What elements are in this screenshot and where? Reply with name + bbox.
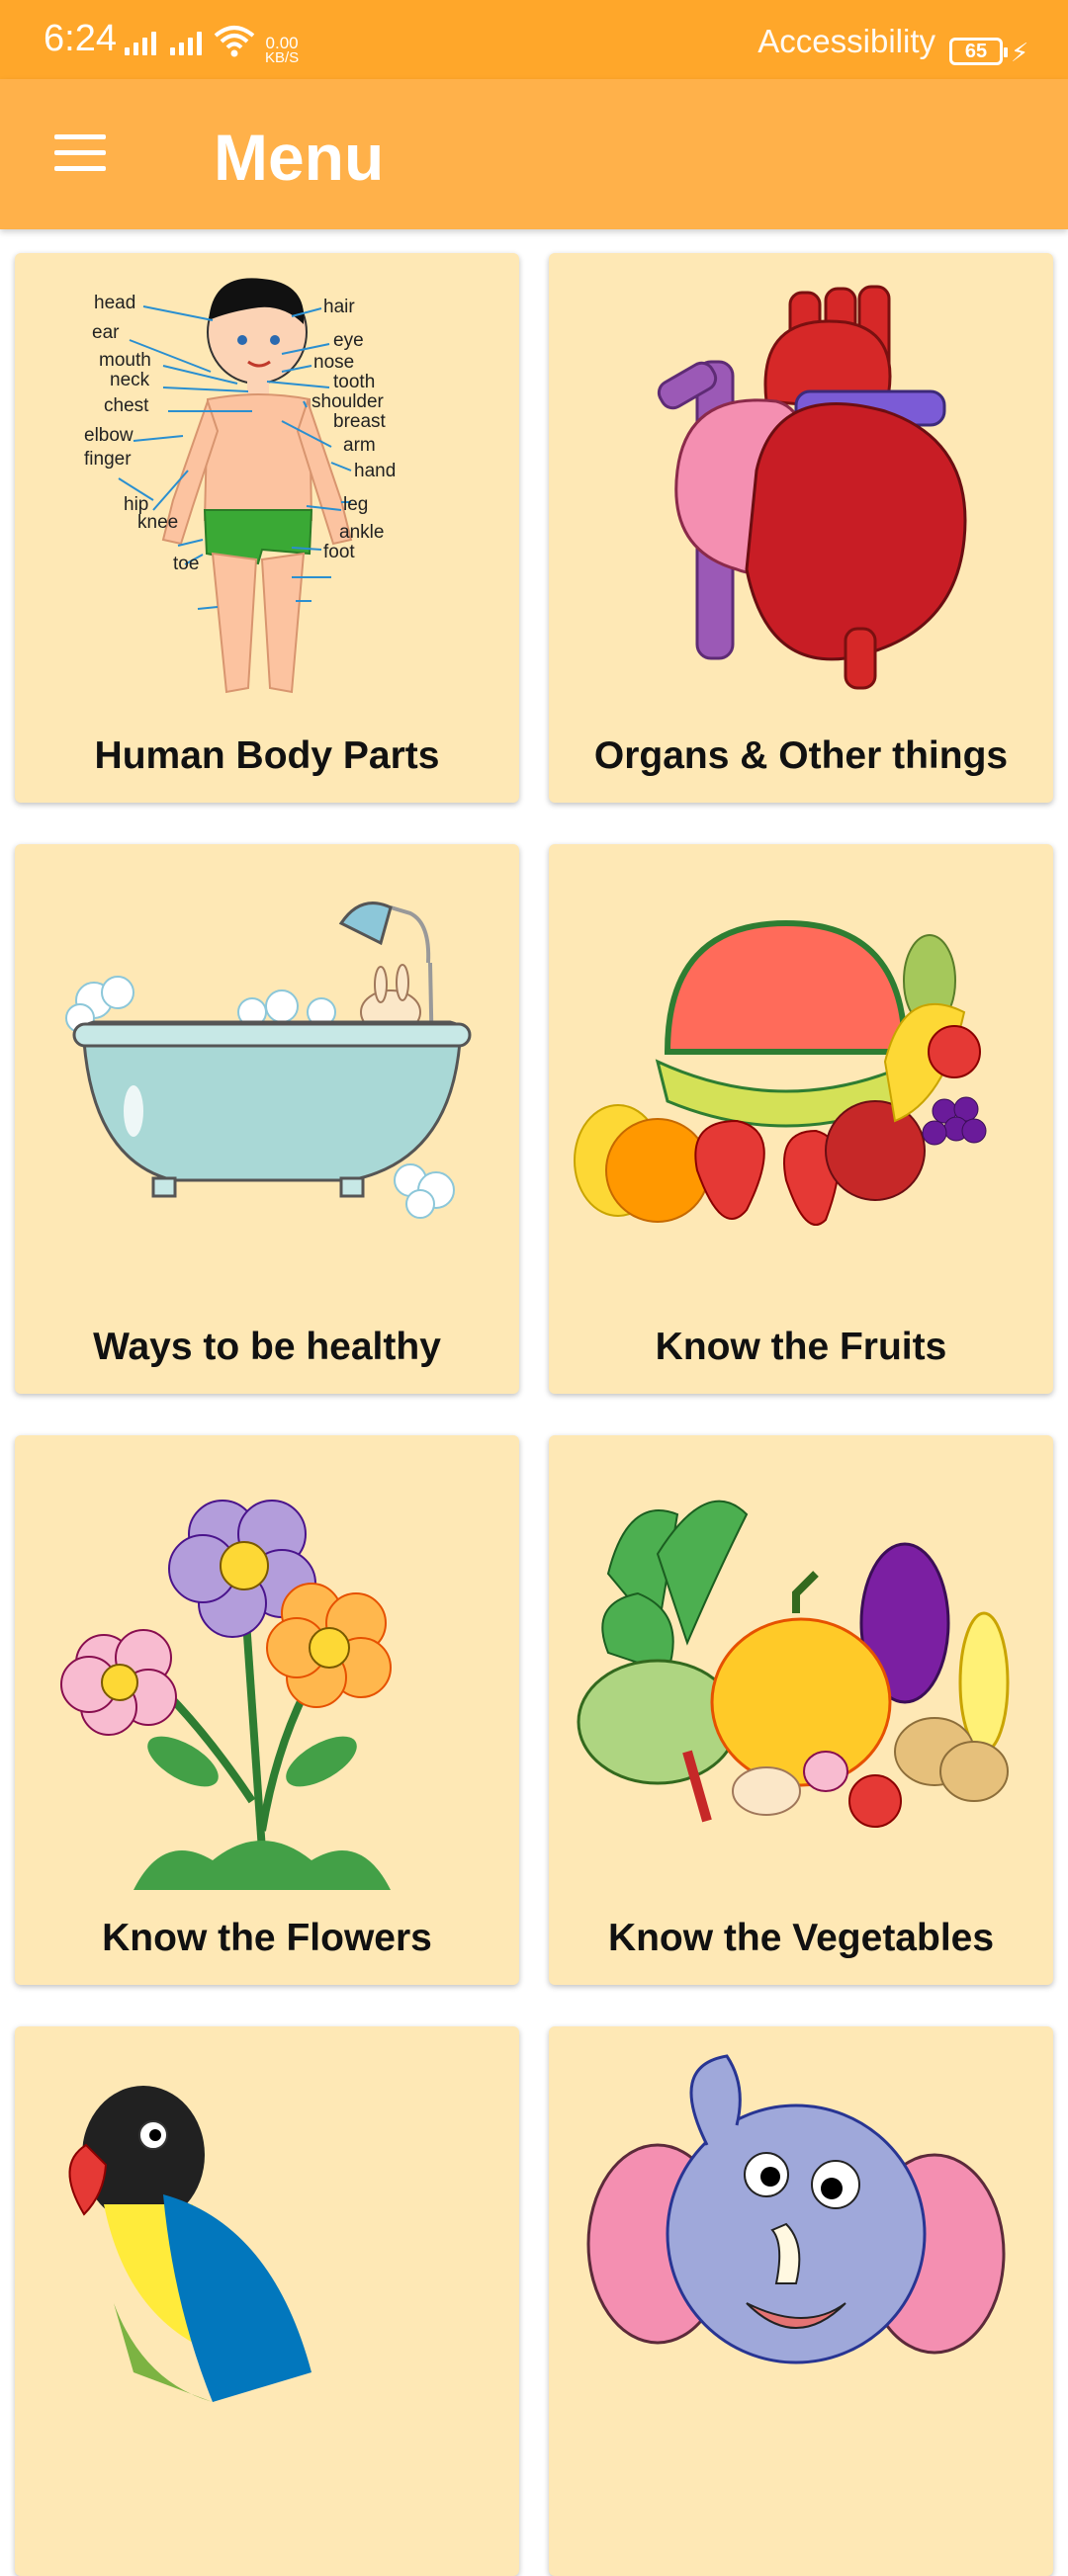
card-label: Know the Vegetables bbox=[607, 1917, 995, 1959]
network-speed: 0.00 KB/S bbox=[265, 34, 300, 66]
card-animals[interactable] bbox=[549, 2026, 1053, 2576]
card-ways-to-be-healthy[interactable]: Ways to be healthy bbox=[15, 844, 519, 1394]
status-time: 6:24 bbox=[44, 18, 117, 59]
card-birds[interactable] bbox=[15, 2026, 519, 2576]
body-label-ankle: ankle bbox=[339, 522, 384, 543]
parrot-illustration bbox=[68, 2086, 312, 2402]
fruits-illustration bbox=[574, 919, 987, 1226]
body-label-breast: breast bbox=[333, 411, 387, 432]
body-label-tooth: tooth bbox=[333, 372, 375, 392]
elephant-illustration bbox=[586, 2054, 1006, 2364]
network-speed-value: 0.00 bbox=[265, 34, 299, 52]
battery-level: 65 bbox=[964, 41, 988, 62]
card-human-body-parts[interactable]: head hair ear eye mouth nose neck tooth … bbox=[15, 253, 519, 803]
body-label-nose: nose bbox=[313, 352, 354, 373]
body-label-toe: toe bbox=[173, 554, 199, 574]
network-speed-unit: KB/S bbox=[265, 49, 300, 66]
page-title: Menu bbox=[214, 121, 385, 194]
body-label-foot: foot bbox=[323, 542, 355, 562]
card-label: Ways to be healthy bbox=[93, 1326, 441, 1368]
body-label-mouth: mouth bbox=[99, 350, 151, 371]
card-label: Know the Flowers bbox=[102, 1917, 432, 1959]
body-label-eye: eye bbox=[333, 330, 364, 351]
card-know-the-vegetables[interactable]: Know the Vegetables bbox=[549, 1435, 1053, 1985]
card-know-the-fruits[interactable]: Know the Fruits bbox=[549, 844, 1053, 1394]
body-label-chest: chest bbox=[104, 395, 149, 416]
card-organs-other-things[interactable]: Organs & Other things bbox=[549, 253, 1053, 803]
wifi-icon bbox=[214, 26, 255, 57]
card-label: Know the Fruits bbox=[655, 1326, 947, 1368]
vegetables-illustration bbox=[577, 1500, 1010, 1828]
accessibility-label: Accessibility bbox=[757, 23, 935, 59]
app-bar: Menu bbox=[0, 79, 1068, 229]
menu-grid: head hair ear eye mouth nose neck tooth … bbox=[0, 229, 1068, 2576]
body-label-ear: ear bbox=[92, 322, 120, 343]
battery-icon: 65 bbox=[949, 38, 1008, 65]
body-label-knee: knee bbox=[137, 512, 178, 533]
flowers-illustration bbox=[60, 1500, 392, 1890]
body-label-hand: hand bbox=[354, 461, 396, 481]
charging-bolt-icon: ⚡ bbox=[1011, 38, 1029, 67]
body-label-leg: leg bbox=[343, 494, 368, 515]
body-label-neck: neck bbox=[110, 370, 150, 390]
body-label-arm: arm bbox=[343, 435, 376, 456]
card-label: Organs & Other things bbox=[593, 734, 1009, 777]
body-label-head: head bbox=[94, 293, 135, 313]
human-body-illustration: head hair ear eye mouth nose neck tooth … bbox=[84, 278, 396, 694]
body-label-elbow: elbow bbox=[84, 425, 134, 446]
bathtub-illustration bbox=[65, 902, 472, 1219]
status-bar: 6:24 0.00 KB/S Accessibility 65 ⚡ bbox=[0, 0, 1068, 79]
signal-icon bbox=[125, 32, 202, 55]
heart-illustration bbox=[657, 285, 967, 690]
body-label-shoulder: shoulder bbox=[312, 391, 385, 412]
card-know-the-flowers[interactable]: Know the Flowers bbox=[15, 1435, 519, 1985]
body-label-finger: finger bbox=[84, 449, 132, 470]
body-label-hair: hair bbox=[323, 297, 355, 317]
card-label: Human Body Parts bbox=[94, 734, 440, 777]
hamburger-menu-icon[interactable] bbox=[51, 130, 111, 174]
